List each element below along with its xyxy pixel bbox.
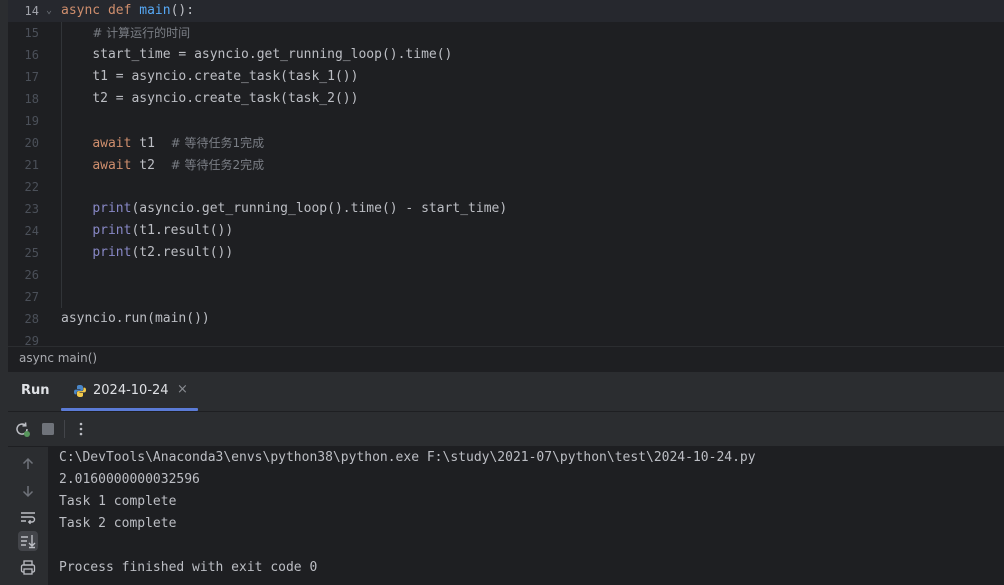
line-number: 22 xyxy=(24,180,39,194)
line-number: 28 xyxy=(24,312,39,326)
stop-icon[interactable] xyxy=(39,420,57,438)
line-number: 21 xyxy=(24,158,39,172)
code-line[interactable]: 25 print(t2.result()) xyxy=(8,242,1004,264)
code-line[interactable]: 24 print(t1.result()) xyxy=(8,220,1004,242)
code-line[interactable]: 15 # 计算运行的时间 xyxy=(8,22,1004,44)
code-text: t1 = asyncio.create_task(task_1()) xyxy=(92,69,359,84)
code-text: start_time = asyncio.get_running_loop().… xyxy=(92,47,453,62)
code-text: print(asyncio.get_running_loop().time() … xyxy=(92,201,508,216)
window-left-edge xyxy=(0,0,8,585)
code-line[interactable]: 22 xyxy=(8,176,1004,198)
close-icon[interactable]: × xyxy=(177,382,188,397)
console-line: C:\DevTools\Anaconda3\envs\python38\pyth… xyxy=(59,450,756,465)
python-icon xyxy=(74,385,86,397)
fold-icon[interactable]: ⌄ xyxy=(46,0,52,22)
line-number: 19 xyxy=(24,114,39,128)
code-text: async def main(): xyxy=(61,3,195,18)
line-number: 26 xyxy=(24,268,39,282)
code-line[interactable]: 23 print(asyncio.get_running_loop().time… xyxy=(8,198,1004,220)
line-number: 23 xyxy=(24,202,39,216)
run-tool-title: Run xyxy=(21,383,50,398)
soft-wrap-icon[interactable] xyxy=(18,507,38,527)
run-tab-config[interactable]: 2024-10-24 × xyxy=(61,372,198,411)
toolbar-separator xyxy=(64,420,65,438)
code-line[interactable]: 26 xyxy=(8,264,1004,286)
console-line: Task 1 complete xyxy=(59,494,177,509)
code-text: await t1 # 等待任务1完成 xyxy=(92,136,265,151)
arrow-up-icon[interactable] xyxy=(18,454,38,474)
arrow-down-icon[interactable] xyxy=(18,481,38,501)
breadcrumb[interactable]: async main() xyxy=(8,346,1004,372)
code-text: print(t1.result()) xyxy=(92,223,234,238)
run-tool-window-header: Run 2024-10-24 × xyxy=(8,372,1004,412)
line-number: 20 xyxy=(24,136,39,150)
code-text: t2 = asyncio.create_task(task_2()) xyxy=(92,91,359,106)
code-editor[interactable]: 14 ⌄ async def main(): 15 # 计算运行的时间 16 start… xyxy=(8,0,1004,346)
code-text: print(t2.result()) xyxy=(92,245,234,260)
code-text: # 计算运行的时间 xyxy=(92,26,191,40)
console-panel: C:\DevTools\Anaconda3\envs\python38\pyth… xyxy=(8,447,1004,585)
line-number: 27 xyxy=(24,290,39,304)
scroll-to-end-icon[interactable] xyxy=(18,531,38,551)
code-line[interactable]: 29 xyxy=(8,330,1004,346)
code-line[interactable]: 28 asyncio.run(main()) xyxy=(8,308,1004,330)
print-icon[interactable] xyxy=(18,558,38,578)
line-number: 14 xyxy=(24,4,39,18)
line-number: 15 xyxy=(24,26,39,40)
code-line[interactable]: 27 xyxy=(8,286,1004,308)
console-line: Process finished with exit code 0 xyxy=(59,560,318,575)
breadcrumb-item[interactable]: async main() xyxy=(19,351,97,365)
code-line[interactable]: 18 t2 = asyncio.create_task(task_2()) xyxy=(8,88,1004,110)
console-side-toolbar xyxy=(8,447,48,585)
code-text: await t2 # 等待任务2完成 xyxy=(92,158,265,173)
code-line[interactable]: 19 xyxy=(8,110,1004,132)
rerun-icon[interactable] xyxy=(13,420,31,438)
line-number: 18 xyxy=(24,92,39,106)
console-line: 2.0160000000032596 xyxy=(59,472,200,487)
line-number: 24 xyxy=(24,224,39,238)
code-line[interactable]: 21 await t2 # 等待任务2完成 xyxy=(8,154,1004,176)
active-tab-underline xyxy=(61,408,198,411)
code-line[interactable]: 14 ⌄ async def main(): xyxy=(8,0,1004,22)
run-toolbar xyxy=(8,412,1004,447)
code-text: asyncio.run(main()) xyxy=(61,311,210,326)
run-tab-label: 2024-10-24 xyxy=(93,383,169,398)
more-vertical-icon[interactable] xyxy=(72,420,90,438)
code-line[interactable]: 16 start_time = asyncio.get_running_loop… xyxy=(8,44,1004,66)
console-line: Task 2 complete xyxy=(59,516,177,531)
code-line[interactable]: 20 await t1 # 等待任务1完成 xyxy=(8,132,1004,154)
line-number: 16 xyxy=(24,48,39,62)
line-number: 29 xyxy=(24,334,39,346)
line-number: 25 xyxy=(24,246,39,260)
line-number: 17 xyxy=(24,70,39,84)
code-line[interactable]: 17 t1 = asyncio.create_task(task_1()) xyxy=(8,66,1004,88)
